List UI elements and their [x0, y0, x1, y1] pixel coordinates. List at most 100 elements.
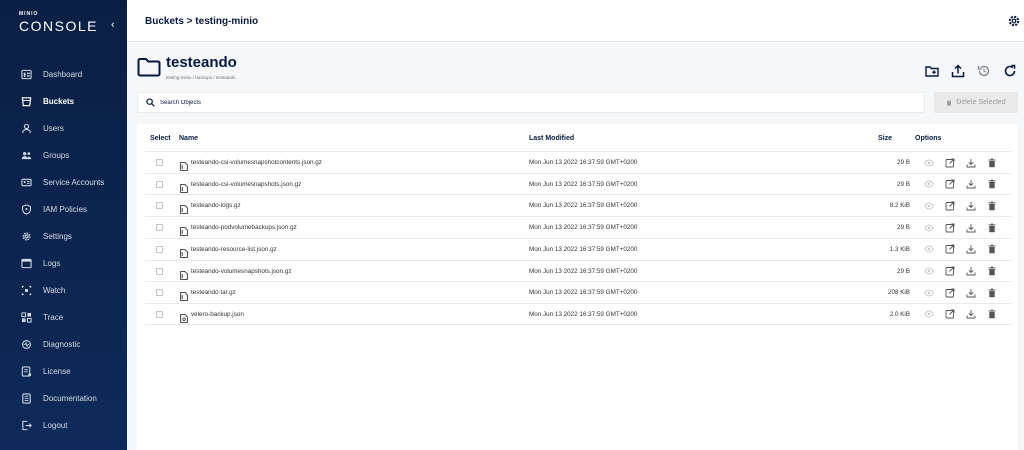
preview-icon[interactable] — [923, 157, 934, 168]
collapse-sidebar-icon[interactable]: ‹ — [111, 19, 115, 31]
object-size: 2.0 KiB — [889, 310, 910, 318]
delete-icon[interactable] — [986, 179, 997, 190]
sidebar-item-label: Watch — [43, 286, 66, 295]
service-accounts-icon — [20, 177, 32, 189]
row-checkbox[interactable] — [156, 310, 163, 318]
object-size: 29 B — [897, 159, 910, 166]
preview-icon[interactable] — [923, 222, 934, 233]
share-icon[interactable] — [944, 287, 955, 298]
share-icon[interactable] — [944, 200, 955, 211]
column-last-modified[interactable]: Last Modified — [529, 135, 574, 142]
download-icon[interactable] — [965, 179, 976, 190]
sidebar-item-iam-policies[interactable]: IAM Policies — [0, 196, 127, 223]
bucket-title: testeando — [166, 54, 237, 71]
sidebar-item-label: Groups — [43, 151, 70, 160]
sidebar-item-buckets[interactable]: Buckets — [0, 88, 127, 115]
delete-icon[interactable] — [986, 157, 997, 168]
delete-icon[interactable] — [986, 266, 997, 277]
share-icon[interactable] — [944, 157, 955, 168]
preview-icon[interactable] — [923, 244, 934, 255]
table-row[interactable]: velero-backup.json Mon Jun 13 2022 16:37:… — [145, 302, 1011, 325]
download-icon[interactable] — [965, 309, 976, 320]
object-last-modified: Mon Jun 13 2022 16:37:59 GMT+0200 — [529, 289, 638, 297]
dashboard-icon — [20, 69, 32, 81]
row-checkbox[interactable] — [156, 180, 163, 188]
shield-icon — [20, 204, 32, 216]
delete-icon[interactable] — [986, 287, 997, 298]
sidebar-item-label: Service Accounts — [43, 178, 105, 187]
breadcrumb[interactable]: Buckets > testing-minio — [145, 16, 258, 27]
download-icon[interactable] — [965, 244, 976, 255]
share-icon[interactable] — [944, 222, 955, 233]
sidebar-item-documentation[interactable]: Documentation — [0, 385, 127, 412]
share-icon[interactable] — [944, 244, 955, 255]
settings-gear-icon[interactable] — [1007, 14, 1021, 28]
delete-icon[interactable] — [986, 222, 997, 233]
delete-icon[interactable] — [986, 200, 997, 211]
preview-icon[interactable] — [923, 287, 934, 298]
table-row[interactable]: testeando.tar.gz Mon Jun 13 2022 16:37:59… — [145, 281, 1011, 303]
delete-selected-label: Delete Selected — [956, 99, 1006, 106]
file-icon — [180, 288, 188, 302]
table-row[interactable]: testeando-csi-volumesnapshotcontents.jso… — [145, 151, 1011, 173]
delete-icon[interactable] — [986, 309, 997, 320]
object-last-modified: Mon Jun 13 2022 16:37:59 GMT+0200 — [529, 310, 638, 318]
column-name[interactable]: Name — [179, 135, 198, 142]
delete-icon[interactable] — [986, 244, 997, 255]
sidebar-item-diagnostic[interactable]: Diagnostic — [0, 331, 127, 358]
sidebar-item-settings[interactable]: Settings — [0, 223, 127, 250]
table-row[interactable]: testeando-logs.gz Mon Jun 13 2022 16:37:5… — [145, 194, 1011, 216]
bucket-path[interactable]: testing-minio / backups / testeando — [166, 75, 236, 80]
object-last-modified: Mon Jun 13 2022 16:37:59 GMT+0200 — [529, 159, 638, 166]
table-row[interactable]: testeando-csi-volumesnapshots.json.gz Mon… — [145, 172, 1011, 195]
preview-icon[interactable] — [923, 179, 934, 190]
row-checkbox[interactable] — [156, 202, 163, 210]
download-icon[interactable] — [965, 222, 976, 233]
object-name: testeando-csi-volumesnapshots.json.gz — [191, 180, 302, 188]
sidebar-item-trace[interactable]: Trace — [0, 304, 127, 331]
object-name: testeando-csi-volumesnapshotcontents.jso… — [191, 159, 322, 166]
logout-icon — [20, 420, 32, 432]
share-icon[interactable] — [944, 309, 955, 320]
sidebar-item-groups[interactable]: Groups — [0, 142, 127, 169]
download-icon[interactable] — [965, 266, 976, 277]
table-row[interactable]: testeando-podvolumebackups.json.gz Mon Ju… — [145, 216, 1011, 238]
download-icon[interactable] — [965, 200, 976, 211]
sidebar-item-label: Diagnostic — [43, 340, 81, 349]
sidebar-item-dashboard[interactable]: Dashboard — [0, 61, 127, 88]
table-row[interactable]: testeando-resource-list.json.gz Mon Jun 1… — [145, 237, 1011, 260]
preview-icon[interactable] — [923, 309, 934, 320]
sidebar-item-watch[interactable]: Watch — [0, 277, 127, 304]
download-icon[interactable] — [965, 287, 976, 298]
trash-icon — [947, 100, 952, 106]
preview-icon[interactable] — [923, 266, 934, 277]
sidebar-item-service-accounts[interactable]: Service Accounts — [0, 169, 127, 196]
row-checkbox[interactable] — [156, 245, 163, 253]
sidebar-nav: Dashboard Buckets Users Groups Service A… — [0, 61, 127, 439]
row-checkbox[interactable] — [156, 159, 163, 166]
download-icon[interactable] — [965, 157, 976, 168]
bucket-actions — [924, 63, 1018, 79]
row-checkbox[interactable] — [156, 289, 163, 297]
refresh-icon[interactable] — [1002, 63, 1018, 79]
minio-console-logo[interactable]: MINIO CONSOLE — [19, 12, 98, 35]
sidebar-item-logs[interactable]: Logs — [0, 250, 127, 277]
sidebar-item-license[interactable]: License — [0, 358, 127, 385]
row-checkbox[interactable] — [156, 224, 163, 232]
sidebar-item-logout[interactable]: Logout — [0, 412, 127, 439]
table-row[interactable]: testeando-volumesnapshots.json.gz Mon Jun… — [145, 259, 1011, 282]
preview-icon[interactable] — [923, 200, 934, 211]
search-input[interactable] — [160, 99, 860, 106]
share-icon[interactable] — [944, 266, 955, 277]
share-icon[interactable] — [944, 179, 955, 190]
column-size[interactable]: Size — [878, 135, 892, 142]
new-folder-icon[interactable] — [924, 63, 940, 79]
delete-selected-button[interactable]: Delete Selected — [934, 92, 1018, 113]
row-checkbox[interactable] — [156, 267, 163, 275]
license-icon — [20, 366, 32, 378]
upload-icon[interactable] — [950, 63, 966, 79]
object-size: 29 B — [897, 267, 910, 275]
sidebar-item-label: IAM Policies — [43, 205, 88, 214]
rewind-history-icon[interactable] — [976, 63, 992, 79]
sidebar-item-users[interactable]: Users — [0, 115, 127, 142]
